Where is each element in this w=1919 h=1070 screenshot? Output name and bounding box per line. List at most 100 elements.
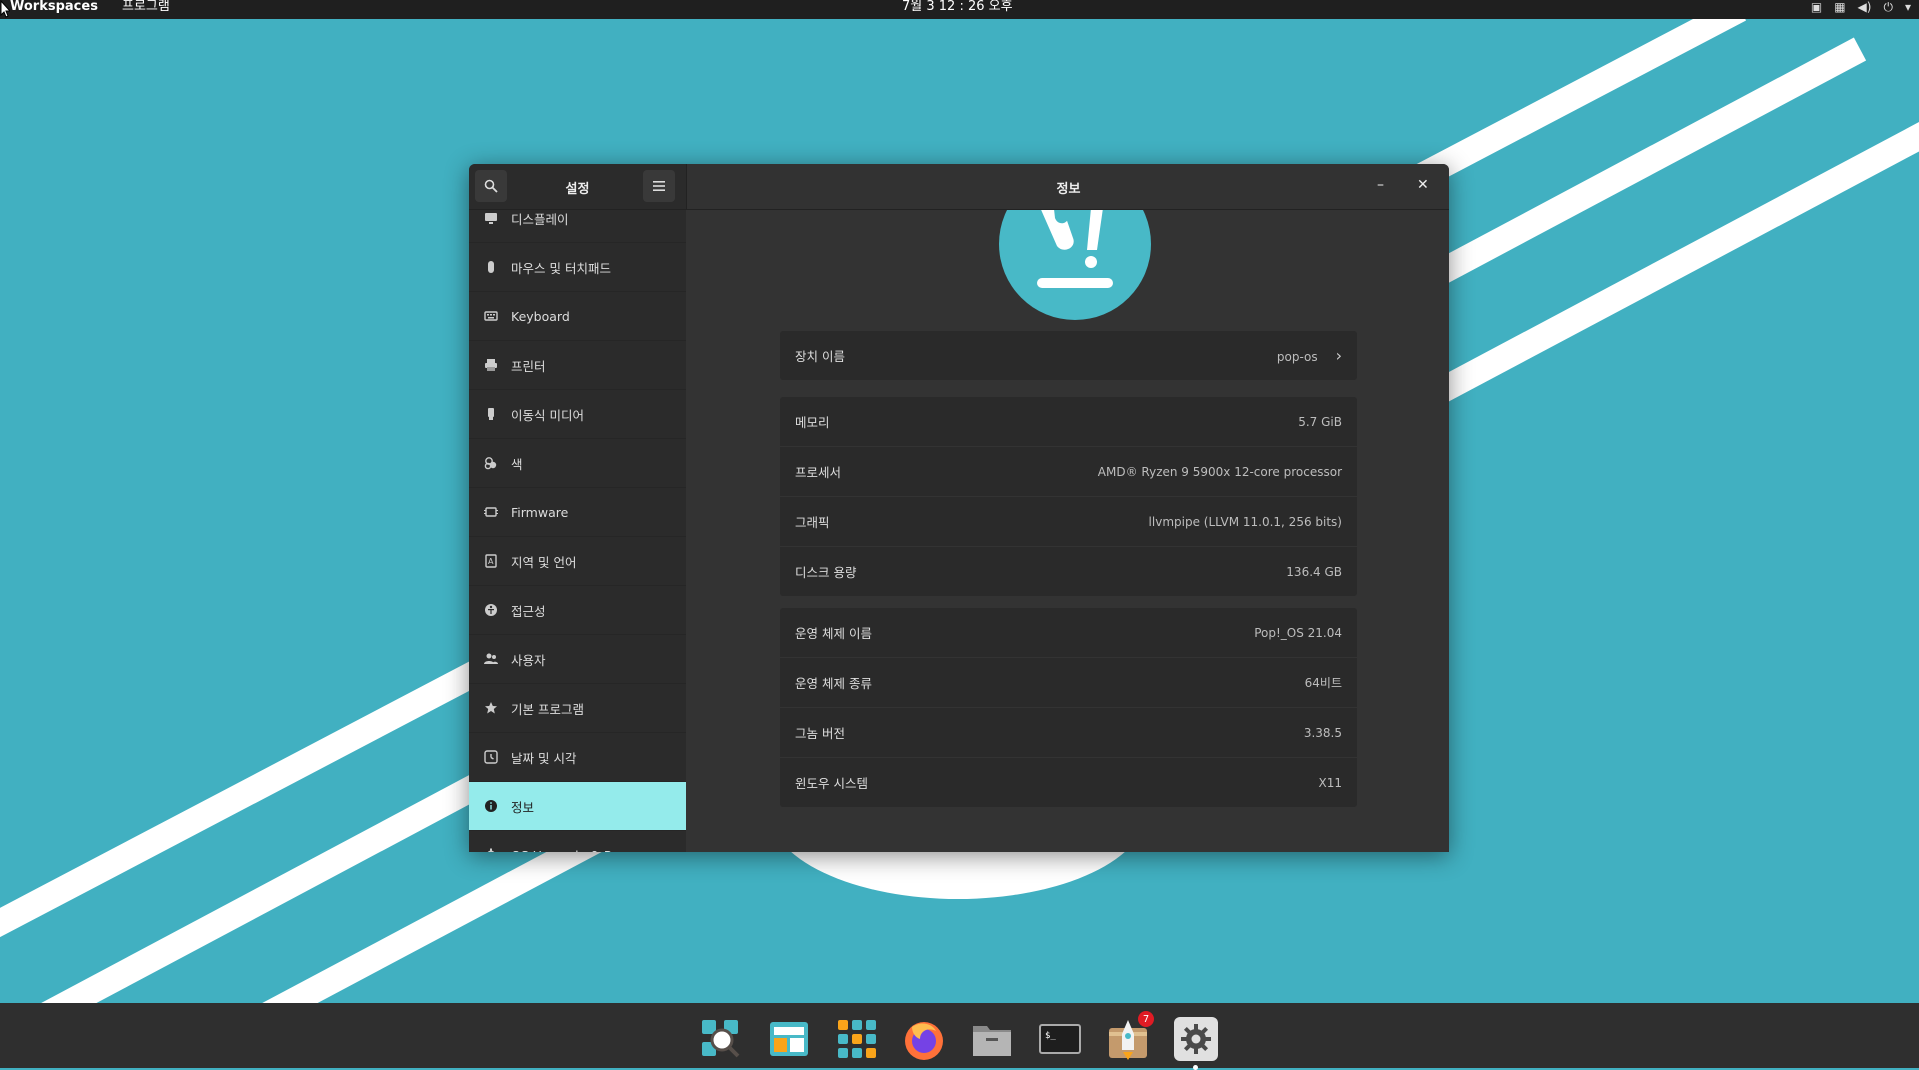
dock: $_ 7	[0, 1003, 1919, 1070]
sidebar-item-label: 디스플레이	[511, 211, 569, 227]
sidebar-item-label: 이동식 미디어	[511, 407, 584, 423]
sidebar-item[interactable]: OS Upgrade & Recovery	[469, 831, 686, 852]
sidebar-item[interactable]: 프린터	[469, 341, 686, 390]
sidebar-item[interactable]: 기본 프로그램	[469, 684, 686, 733]
notification-badge: 7	[1138, 1011, 1154, 1027]
sidebar-item[interactable]: 이동식 미디어	[469, 390, 686, 439]
network-icon[interactable]: ▦	[1834, 1, 1845, 13]
processor-row: 프로세서 AMD® Ryzen 9 5900x 12-core processo…	[780, 447, 1357, 497]
users-icon	[483, 651, 499, 667]
sidebar-item-label: 접근성	[511, 603, 546, 619]
sidebar-item-label: Firmware	[511, 504, 569, 520]
chevron-right-icon: ›	[1335, 346, 1342, 365]
workspaces-button[interactable]: Workspaces	[10, 0, 98, 14]
memory-value: 5.7 GiB	[1298, 414, 1342, 429]
sidebar-item[interactable]: Firmware	[469, 488, 686, 537]
terminal-icon[interactable]: $_	[1038, 1017, 1082, 1061]
windowing-system-label: 윈도우 시스템	[795, 776, 868, 791]
device-name-group: 장치 이름 pop-os ›	[780, 331, 1357, 380]
star-icon	[483, 700, 499, 716]
device-name-row[interactable]: 장치 이름 pop-os ›	[780, 331, 1357, 380]
svg-text:A: A	[488, 557, 494, 566]
device-name-value: pop-os	[1276, 350, 1318, 364]
graphics-value: llvmpipe (LLVM 11.0.1, 256 bits)	[1148, 514, 1342, 529]
volume-icon[interactable]: ◀)	[1858, 1, 1872, 13]
color-icon	[483, 455, 499, 471]
os-type-row: 운영 체제 종류 64비트	[780, 658, 1357, 708]
printer-icon	[483, 357, 499, 373]
sidebar-item-label: 사용자	[511, 652, 546, 668]
display-tray-icon[interactable]: ▣	[1811, 1, 1822, 13]
sidebar-item[interactable]: 접근성	[469, 586, 686, 635]
page-title: 정보	[1056, 182, 1081, 197]
sidebar-item-label: OS Upgrade & Recovery	[511, 848, 662, 853]
sidebar-item-label: 프린터	[511, 358, 546, 374]
sidebar-item-label: 마우스 및 터치패드	[511, 260, 611, 276]
sidebar-item[interactable]: 마우스 및 터치패드	[469, 243, 686, 292]
sidebar-item-label: 색	[511, 456, 523, 472]
mouse-icon	[483, 259, 499, 275]
workspaces-app-icon[interactable]	[767, 1017, 811, 1061]
accessibility-icon	[483, 602, 499, 618]
usb-icon	[483, 406, 499, 422]
os-type-label: 운영 체제 종류	[795, 676, 872, 691]
about-panel[interactable]: 장치 이름 pop-os › 메모리 5.7 GiB 프로세서 AMD® Ryz…	[687, 210, 1449, 852]
sidebar-item[interactable]: 사용자	[469, 635, 686, 684]
memory-row: 메모리 5.7 GiB	[780, 397, 1357, 447]
system-tray[interactable]: ▣ ▦ ◀) ⏻ ▾	[1811, 1, 1911, 13]
sidebar-list: 디스플레이마우스 및 터치패드 Keyboard 프린터이동식 미디어색 Firmwa…	[469, 210, 686, 852]
gear-icon	[483, 847, 499, 852]
graphics-label: 그래픽	[795, 515, 830, 530]
windowing-system-row: 윈도우 시스템 X11	[780, 758, 1357, 807]
svg-text:$_: $_	[1045, 1031, 1056, 1041]
sidebar-item[interactable]: 색	[469, 439, 686, 488]
sidebar-item[interactable]: Keyboard	[469, 292, 686, 341]
sidebar-item-label: 지역 및 언어	[511, 554, 577, 570]
disk-value: 136.4 GB	[1286, 564, 1342, 579]
minimize-button[interactable]: –	[1377, 177, 1384, 193]
chip-icon	[483, 504, 499, 520]
firefox-icon[interactable]	[902, 1017, 946, 1061]
power-icon[interactable]: ⏻	[1883, 1, 1893, 13]
sidebar-item[interactable]: 디스플레이	[469, 210, 686, 243]
chevron-down-icon[interactable]: ▾	[1905, 1, 1911, 13]
sidebar-header: 설정	[469, 164, 686, 210]
app-grid-icon[interactable]	[835, 1017, 879, 1061]
hamburger-menu-icon	[653, 181, 665, 191]
gnome-version-label: 그놈 버전	[795, 726, 845, 741]
sidebar-item-label: 정보	[511, 799, 535, 815]
windowing-system-value: X11	[1318, 775, 1343, 790]
sidebar-item-label: Keyboard	[511, 308, 570, 324]
close-button[interactable]: ✕	[1417, 177, 1429, 193]
top-bar: Workspaces 프로그램 7월 3 12 : 26 오후 ▣ ▦ ◀) ⏻…	[0, 0, 1919, 19]
processor-label: 프로세서	[795, 465, 842, 480]
os-type-value: 64비트	[1304, 676, 1342, 690]
os-name-value: Pop!_OS 21.04	[1254, 625, 1342, 640]
sidebar-item[interactable]: 정보	[469, 782, 686, 831]
menu-button[interactable]	[643, 170, 675, 202]
hardware-group: 메모리 5.7 GiB 프로세서 AMD® Ryzen 9 5900x 12-c…	[780, 397, 1357, 596]
sidebar-item-label: 날짜 및 시각	[511, 750, 577, 766]
applications-button[interactable]: 프로그램	[122, 0, 170, 14]
device-name-label: 장치 이름	[795, 349, 845, 364]
main-header: 정보 – ✕	[686, 164, 1449, 210]
clock-icon	[483, 749, 499, 765]
search-app-icon[interactable]	[699, 1017, 743, 1061]
sidebar-item[interactable]: A 지역 및 언어	[469, 537, 686, 586]
pop-os-logo	[999, 210, 1151, 320]
os-group: 운영 체제 이름 Pop!_OS 21.04 운영 체제 종류 64비트 그놈 …	[780, 608, 1357, 807]
memory-label: 메모리	[795, 415, 830, 430]
clock[interactable]: 7월 3 12 : 26 오후	[902, 0, 1013, 14]
disk-row: 디스크 용량 136.4 GB	[780, 547, 1357, 596]
sidebar-item-label: 기본 프로그램	[511, 701, 584, 717]
files-icon[interactable]	[970, 1017, 1014, 1061]
processor-value: AMD® Ryzen 9 5900x 12-core processor	[1097, 464, 1342, 479]
info-icon	[483, 798, 499, 814]
sidebar-item[interactable]: 날짜 및 시각	[469, 733, 686, 782]
sidebar[interactable]: 디스플레이마우스 및 터치패드 Keyboard 프린터이동식 미디어색 Firmwa…	[469, 210, 686, 852]
disk-label: 디스크 용량	[795, 565, 857, 580]
keyboard-icon	[483, 308, 499, 324]
pop-shop-icon[interactable]: 7	[1106, 1011, 1154, 1061]
settings-icon[interactable]	[1174, 1017, 1218, 1070]
os-name-label: 운영 체제 이름	[795, 626, 872, 641]
